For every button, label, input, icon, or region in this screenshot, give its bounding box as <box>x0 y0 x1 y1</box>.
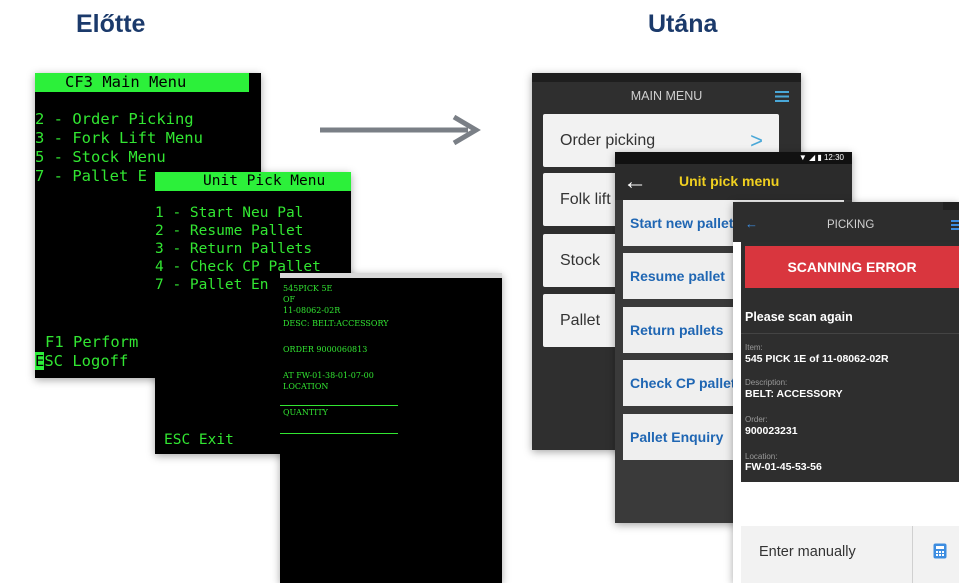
app-main-item-label: Pallet <box>560 312 601 329</box>
location-label: Location: <box>745 452 778 461</box>
terminal-divider <box>280 405 398 406</box>
status-bar: ▼ ◢ ▮ 12:30 <box>615 152 852 164</box>
app-picking-screen: ← PICKING SCANNING ERROR Please scan aga… <box>733 202 959 583</box>
terminal-main-header: CF3 Main Menu <box>35 73 249 92</box>
terminal-main-item[interactable]: 2 - Order Picking <box>35 110 194 128</box>
divider <box>741 333 959 334</box>
description-value: BELT: ACCESSORY <box>745 388 843 400</box>
hamburger-menu-icon[interactable] <box>951 220 959 230</box>
item-value: 545 PICK 1E of 11-08062-02R <box>745 353 889 365</box>
terminal-unit-pick-item[interactable]: 3 - Return Pallets <box>155 241 312 257</box>
order-label: Order: <box>745 415 768 424</box>
terminal-unit-pick-item[interactable]: 7 - Pallet En <box>155 277 269 293</box>
terminal-pick-detail: 545PICK 5E OF 11-08062-02R DESC: BELT:AC… <box>280 273 502 583</box>
app-main-item-label: Folk lift <box>560 191 611 208</box>
app-unit-pick-title: Unit pick menu <box>679 173 780 189</box>
terminal-main-item[interactable]: 5 - Stock Menu <box>35 148 166 166</box>
back-arrow-icon[interactable]: ← <box>745 216 758 231</box>
terminal-unit-pick-item[interactable]: 1 - Start Neu Pal <box>155 205 303 221</box>
app-picking-title: PICKING <box>827 219 875 231</box>
terminal-f1-perform[interactable]: F1 Perform <box>45 333 138 351</box>
heading-before: Előtte <box>76 10 146 38</box>
right-arrow-icon <box>320 114 481 146</box>
terminal-detail-line: AT FW-01-38-01-07-00 <box>283 371 374 380</box>
terminal-unit-pick-header: Unit Pick Menu <box>155 172 351 191</box>
terminal-detail-line: 545PICK 5E <box>283 284 333 293</box>
app-main-title: MAIN MENU <box>630 89 703 103</box>
description-label: Description: <box>745 378 788 387</box>
heading-after: Utána <box>648 10 718 38</box>
location-value: FW-01-45-53-56 <box>745 461 822 473</box>
terminal-unit-pick-item[interactable]: 2 - Resume Pallet <box>155 223 303 239</box>
terminal-detail-line: QUANTITY <box>283 408 328 417</box>
calculator-icon[interactable] <box>933 543 947 559</box>
scan-again-message: Please scan again <box>745 310 853 324</box>
terminal-detail-line: LOCATION <box>283 382 329 391</box>
terminal-detail-line: OF <box>283 295 296 304</box>
terminal-esc-logoff[interactable]: ESC Logoff <box>35 352 128 370</box>
enter-manually-bar[interactable]: Enter manually <box>741 526 959 583</box>
order-value: 900023231 <box>745 425 798 437</box>
hamburger-menu-icon[interactable] <box>775 91 789 102</box>
signal-icon <box>943 202 959 210</box>
scanning-error-banner: SCANNING ERROR <box>745 246 959 288</box>
app-main-item-label: Stock <box>560 252 601 269</box>
terminal-detail-topstrip <box>280 273 502 278</box>
terminal-main-item[interactable]: 7 - Pallet E <box>35 167 147 185</box>
enter-manually-button[interactable]: Enter manually <box>759 544 856 560</box>
status-bar <box>532 73 801 82</box>
status-time: 12:30 <box>823 153 844 162</box>
terminal-esc-exit[interactable]: ESC Exit <box>164 432 234 448</box>
terminal-main-item[interactable]: 3 - Fork Lift Menu <box>35 129 203 147</box>
terminal-divider <box>280 433 398 434</box>
terminal-detail-line: ORDER 9000060813 <box>283 345 368 354</box>
terminal-detail-line: DESC: BELT:ACCESSORY <box>283 319 389 328</box>
item-label: Item: <box>745 343 763 352</box>
terminal-esc-logoff-text: SC Logoff <box>44 352 129 370</box>
divider <box>912 526 913 583</box>
back-arrow-icon[interactable]: ← <box>623 168 647 196</box>
app-main-item-label: Order picking <box>560 132 656 149</box>
terminal-detail-line: 11-08062-02R <box>283 306 341 315</box>
